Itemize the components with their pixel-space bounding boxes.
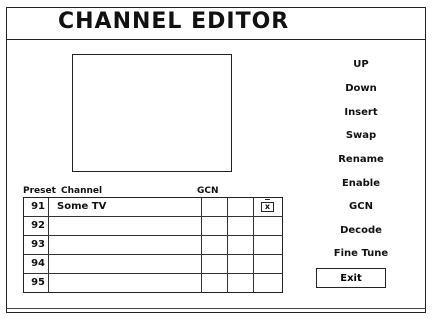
preset-number: 94 xyxy=(24,255,49,274)
table-row[interactable]: 95 xyxy=(24,274,282,293)
gcn-cell[interactable] xyxy=(202,236,228,255)
gcn-cell-2[interactable] xyxy=(228,255,254,274)
table-row[interactable]: 92 xyxy=(24,217,282,236)
channel-table: 91 Some TV x 92 93 94 95 xyxy=(23,197,283,293)
up-button[interactable]: UP xyxy=(326,59,396,70)
preset-number: 92 xyxy=(24,217,49,236)
status-cell[interactable] xyxy=(254,217,282,236)
preset-number: 91 xyxy=(24,198,49,217)
insert-button[interactable]: Insert xyxy=(326,107,396,118)
channel-column-header: Channel xyxy=(61,186,103,196)
title-divider xyxy=(6,39,426,40)
channel-name[interactable]: Some TV xyxy=(49,198,202,217)
gcn-cell-2[interactable] xyxy=(228,198,254,217)
gcn-column-header: GCN xyxy=(197,186,219,196)
status-cell[interactable] xyxy=(254,274,282,293)
preset-column-header: Preset xyxy=(23,186,56,196)
channel-name[interactable] xyxy=(49,217,202,236)
status-cell[interactable] xyxy=(254,236,282,255)
channel-name[interactable] xyxy=(49,236,202,255)
gcn-cell-2[interactable] xyxy=(228,217,254,236)
window-title: CHANNEL EDITOR xyxy=(58,9,290,34)
gcn-cell[interactable] xyxy=(202,217,228,236)
status-cell[interactable]: x xyxy=(254,198,282,217)
table-row[interactable]: 93 xyxy=(24,236,282,255)
preset-number: 93 xyxy=(24,236,49,255)
status-cell[interactable] xyxy=(254,255,282,274)
table-row[interactable]: 94 xyxy=(24,255,282,274)
tv-icon[interactable]: x xyxy=(261,199,274,212)
fine-tune-button[interactable]: Fine Tune xyxy=(326,248,396,259)
channel-preview-box xyxy=(72,54,232,172)
gcn-cell[interactable] xyxy=(202,274,228,293)
gcn-cell-2[interactable] xyxy=(228,274,254,293)
rename-button[interactable]: Rename xyxy=(326,154,396,165)
gcn-cell[interactable] xyxy=(202,255,228,274)
enable-button[interactable]: Enable xyxy=(326,178,396,189)
bottom-divider xyxy=(6,308,426,309)
decode-button[interactable]: Decode xyxy=(326,225,396,236)
exit-button[interactable]: Exit xyxy=(316,268,386,288)
channel-name[interactable] xyxy=(49,255,202,274)
preset-number: 95 xyxy=(24,274,49,293)
channel-name[interactable] xyxy=(49,274,202,293)
table-row[interactable]: 91 Some TV x xyxy=(24,198,282,217)
gcn-cell-2[interactable] xyxy=(228,236,254,255)
swap-button[interactable]: Swap xyxy=(326,130,396,141)
gcn-button[interactable]: GCN xyxy=(326,201,396,212)
down-button[interactable]: Down xyxy=(326,83,396,94)
gcn-cell[interactable] xyxy=(202,198,228,217)
